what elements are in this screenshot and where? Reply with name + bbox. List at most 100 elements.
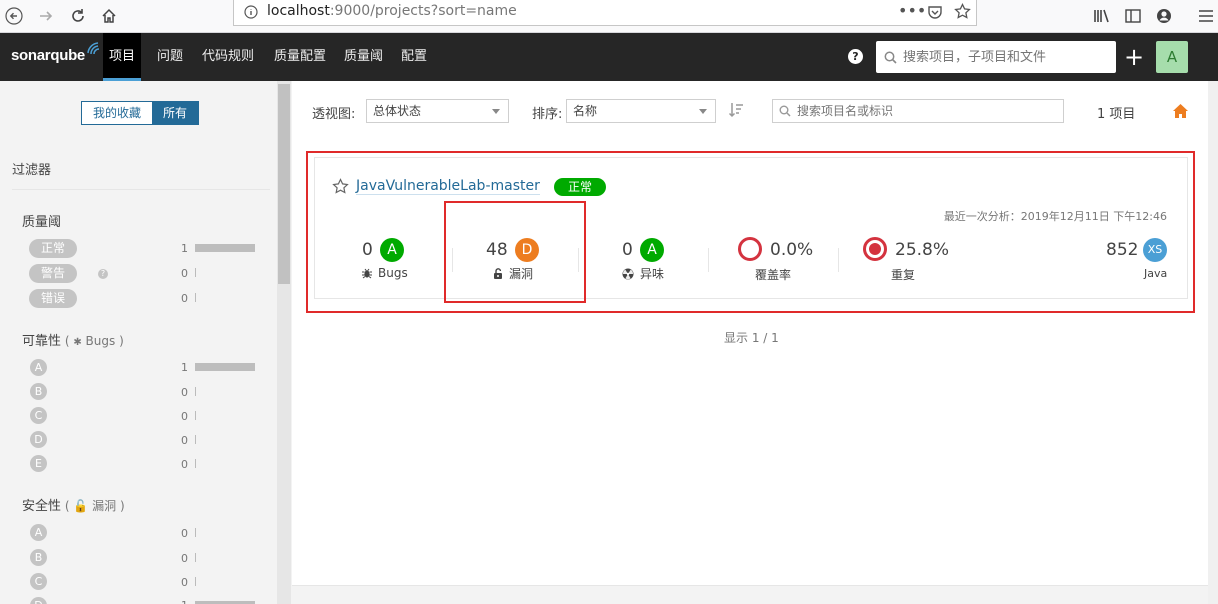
facet-quality-gate-title: 质量阈	[22, 211, 61, 230]
facet-qg-warn-bar	[195, 268, 196, 277]
facet-reliability-e-count: 0	[181, 458, 188, 471]
size-value[interactable]: 852	[1106, 240, 1138, 260]
facet-security-d[interactable]: D	[30, 597, 47, 604]
facet-security-b[interactable]: B	[30, 549, 47, 566]
footer	[292, 585, 1208, 604]
help-icon[interactable]: ?	[848, 49, 863, 64]
toggle-all[interactable]: 所有	[152, 102, 199, 124]
url-host: localhost	[267, 3, 330, 19]
sidebar-scroll-thumb[interactable]	[278, 84, 290, 284]
facet-security-b-bar	[195, 553, 196, 562]
project-search-input[interactable]	[797, 104, 1057, 118]
code-smells-grade: A	[640, 238, 664, 262]
facet-security-title: 安全性 ( 🔓 漏洞 )	[22, 499, 125, 514]
back-icon[interactable]	[2, 4, 26, 28]
facet-reliability-d[interactable]: D	[30, 431, 47, 448]
rating-label: D	[34, 433, 43, 446]
toggle-favorites[interactable]: 我的收藏	[82, 102, 153, 124]
perspective-value: 总体状态	[373, 104, 422, 118]
facet-qg-passed-bar	[195, 244, 255, 252]
facet-qg-passed-count: 1	[181, 242, 188, 255]
nav-quality-gates[interactable]: 质量阈	[338, 33, 389, 81]
forward-icon[interactable]	[34, 4, 58, 28]
facet-reliability-e[interactable]: E	[30, 455, 47, 472]
coverage-value[interactable]: 0.0%	[770, 240, 813, 260]
code-smells-value[interactable]: 0	[622, 240, 633, 260]
perspective-select[interactable]: 总体状态	[366, 99, 509, 123]
bugs-label-text: Bugs	[378, 266, 408, 280]
reload-icon[interactable]	[66, 4, 90, 28]
size-grade: XS	[1143, 238, 1167, 262]
page-scrollbar[interactable]	[1208, 81, 1218, 604]
sonarqube-logo[interactable]: sonarqube	[11, 42, 100, 64]
logo-text: sonarqube	[11, 47, 85, 64]
account-icon[interactable]	[1152, 4, 1176, 28]
facet-reliability-b-count: 0	[181, 386, 188, 399]
url-path: :9000/projects?sort=name	[329, 3, 517, 19]
duplications-donut-icon	[863, 237, 887, 261]
facet-qg-warn-label: 警告	[41, 266, 66, 280]
language-label: Java	[1144, 267, 1168, 280]
facet-reliability-b[interactable]: B	[30, 383, 47, 400]
global-search[interactable]	[876, 41, 1116, 73]
facet-qg-error-count: 0	[181, 292, 188, 305]
global-search-input[interactable]	[903, 49, 1103, 65]
duplications-value[interactable]: 25.8%	[895, 240, 949, 260]
facet-security-a[interactable]: A	[30, 524, 47, 541]
sort-label: 排序:	[532, 107, 563, 122]
facet-security-c[interactable]: C	[30, 573, 47, 590]
duplications-donut-core	[869, 243, 881, 255]
library-icon[interactable]	[1090, 4, 1114, 28]
home-icon[interactable]	[1172, 103, 1189, 122]
sort-select[interactable]: 名称	[566, 99, 716, 123]
rating-label: C	[34, 575, 43, 588]
search-icon	[884, 51, 897, 64]
facet-security-sub: 漏洞	[92, 499, 117, 513]
facet-reliability-d-bar	[195, 435, 196, 444]
facet-reliability-a[interactable]: A	[30, 359, 47, 376]
create-plus-button[interactable]: +	[1124, 43, 1144, 71]
info-icon[interactable]	[244, 5, 258, 22]
sort-direction-icon[interactable]	[728, 101, 744, 123]
facet-security-label: 安全性	[22, 499, 62, 514]
sort-value: 名称	[573, 104, 598, 118]
coverage-donut-icon	[738, 237, 762, 261]
home-browser-icon[interactable]	[97, 4, 121, 28]
bookmark-star-icon[interactable]	[954, 2, 971, 23]
status-badge: 正常	[554, 178, 607, 196]
last-analysis: 最近一次分析：2019年12月11日 下午12:46	[943, 210, 1167, 223]
avatar[interactable]: A	[1156, 41, 1188, 73]
url-bar[interactable]: localhost:9000/projects?sort=name •••	[233, 0, 977, 26]
bugs-value[interactable]: 0	[362, 240, 373, 260]
nav-projects[interactable]: 项目	[103, 33, 142, 81]
url-text: localhost:9000/projects?sort=name	[267, 3, 517, 19]
page-actions-icon[interactable]: •••	[898, 1, 926, 20]
facet-reliability-label: 可靠性	[22, 334, 62, 349]
code-smells-label-text: 异味	[640, 267, 665, 281]
favorites-toggle: 我的收藏 所有	[81, 101, 200, 125]
nav-administration[interactable]: 配置	[395, 33, 433, 81]
nav-projects-label: 项目	[109, 49, 136, 64]
star-icon[interactable]	[332, 178, 349, 198]
facet-reliability-sub: Bugs	[85, 334, 116, 348]
duplications-label: 重复	[891, 268, 916, 282]
help-question-icon[interactable]: ?	[98, 269, 108, 279]
coverage-label: 覆盖率	[755, 268, 792, 282]
facet-reliability-title: 可靠性 ( ✱ Bugs )	[22, 334, 124, 349]
menu-icon[interactable]	[1194, 4, 1218, 28]
facet-quality-gate-label: 质量阈	[22, 215, 62, 230]
facet-qg-passed[interactable]: 正常	[29, 239, 78, 258]
sidebar-toggle-icon[interactable]	[1121, 4, 1145, 28]
nav-rules[interactable]: 代码规则	[196, 33, 260, 81]
search-icon	[779, 105, 791, 117]
nav-quality-profiles[interactable]: 质量配置	[268, 33, 332, 81]
nav-issues[interactable]: 问题	[151, 33, 189, 81]
facet-reliability-b-bar	[195, 387, 196, 396]
pocket-icon[interactable]	[927, 4, 943, 23]
facet-reliability-c[interactable]: C	[30, 407, 47, 424]
rating-label: C	[34, 409, 43, 422]
facet-qg-error[interactable]: 错误	[29, 289, 78, 308]
project-name-link[interactable]: JavaVulnerableLab-master	[356, 178, 540, 195]
project-search[interactable]	[772, 99, 1064, 123]
facet-qg-warn[interactable]: 警告	[29, 264, 78, 283]
